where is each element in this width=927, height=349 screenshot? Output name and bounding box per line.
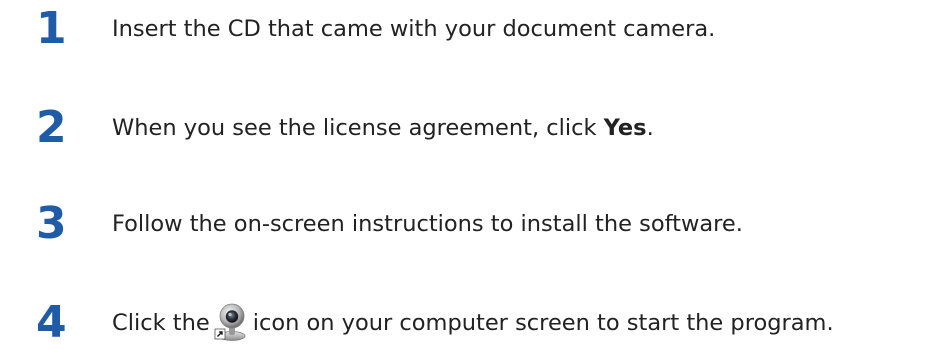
step-text-before: Click the: [112, 310, 210, 336]
step-number: 4: [36, 297, 67, 348]
step-1: 1 Insert the CD that came with your docu…: [0, 4, 927, 54]
step-text-before: When you see the license agreement, clic…: [112, 115, 604, 141]
step-text-after: icon on your computer screen to start th…: [252, 310, 834, 336]
step-text-after: .: [646, 115, 654, 141]
yes-emphasis: Yes: [603, 115, 647, 141]
step-text: Follow the on-screen instructions to ins…: [112, 211, 743, 237]
step-text: Click the icon on your computer screen t…: [112, 298, 834, 348]
step-number: 1: [36, 3, 67, 54]
step-4: 4 Click the icon on your computer screen…: [0, 298, 927, 348]
step-number: 3: [36, 198, 67, 249]
step-text: When you see the license agreement, clic…: [112, 103, 654, 153]
step-2: 2 When you see the license agreement, cl…: [0, 103, 927, 153]
step-text: Insert the CD that came with your docume…: [112, 16, 716, 42]
step-number: 2: [36, 102, 67, 153]
step-3: 3 Follow the on-screen instructions to i…: [0, 199, 927, 249]
webcam-shortcut-icon: [212, 302, 250, 342]
